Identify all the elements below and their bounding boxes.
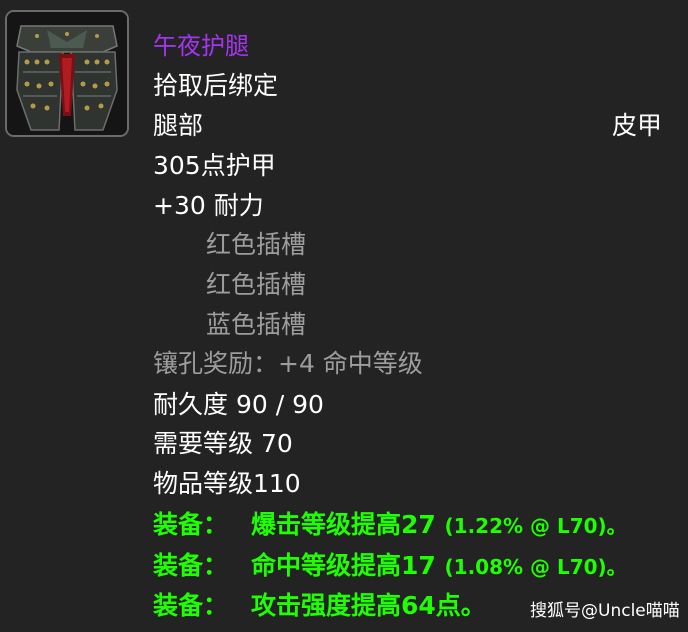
equip-effect-text: 爆击等级提高27 (251, 510, 436, 539)
watermark: 搜狐号@Uncle喵喵 (530, 601, 680, 621)
socket-red-2: 红色插槽 (206, 270, 307, 299)
equip-label: 装备： (153, 551, 229, 580)
bind-type: 拾取后绑定 (153, 71, 279, 100)
equip-label: 装备： (153, 510, 229, 539)
equip-slot: 腿部 (153, 111, 204, 140)
stamina-stat: +30 耐力 (153, 191, 264, 220)
equip-label: 装备： (153, 591, 229, 620)
equip-effect-crit: 装备： 爆击等级提高27 (1.22% @ L70)。 (153, 510, 627, 541)
socket-red-1: 红色插槽 (206, 230, 307, 259)
socket-blue: 蓝色插槽 (206, 310, 307, 339)
equip-effect-text: 命中等级提高17 (251, 551, 436, 580)
equip-effect-ap: 装备： 攻击强度提高64点。 (153, 591, 486, 621)
armor-value: 305点护甲 (153, 151, 276, 180)
equip-effect-text: 攻击强度提高64点。 (251, 591, 486, 620)
socket-bonus: 镶孔奖励：+4 命中等级 (153, 349, 423, 378)
required-level: 需要等级 70 (153, 429, 293, 458)
item-name: 午夜护腿 (153, 32, 249, 60)
equip-effect-detail: (1.08% @ L70)。 (444, 555, 627, 579)
equip-effect-detail: (1.22% @ L70)。 (444, 514, 627, 538)
leather-leggings-icon (5, 10, 129, 137)
equip-effect-hit: 装备： 命中等级提高17 (1.08% @ L70)。 (153, 551, 627, 582)
item-level: 物品等级110 (153, 469, 301, 498)
durability: 耐久度 90 / 90 (153, 390, 324, 419)
armor-type: 皮甲 (612, 111, 663, 140)
